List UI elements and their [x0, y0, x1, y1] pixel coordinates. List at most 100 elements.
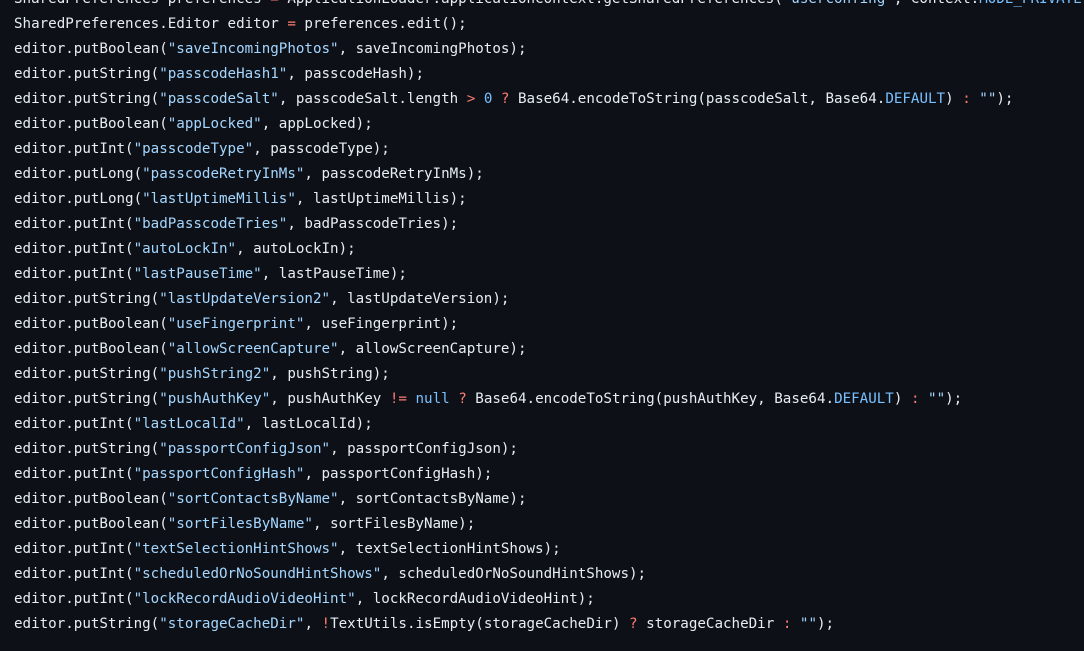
code-token-plain: editor.putLong(	[14, 166, 143, 182]
code-line: editor.putString("pushAuthKey", pushAuth…	[14, 387, 1084, 412]
code-token-string: ""	[979, 91, 997, 107]
code-token-plain: editor.putInt(	[14, 241, 134, 257]
code-token-string: "passportConfigHash"	[133, 466, 305, 482]
code-token-plain: , scheduledOrNoSoundHintShows);	[381, 566, 647, 582]
code-token-plain: Base64.encodeToString(passcodeSalt, Base…	[509, 91, 886, 107]
code-token-plain: , passcodeHash);	[287, 66, 425, 82]
code-token-plain: , passportConfigHash);	[304, 466, 493, 482]
code-line: editor.putString("storageCacheDir", !Tex…	[14, 612, 1084, 637]
code-token-plain: , Context.	[894, 0, 979, 7]
code-line: editor.putInt("badPasscodeTries", badPas…	[14, 212, 1084, 237]
code-token-plain: SharedPreferences.Editor editor	[14, 16, 288, 32]
code-line: editor.putString("passcodeSalt", passcod…	[14, 87, 1084, 112]
code-token-plain: editor.putString(	[14, 616, 160, 632]
code-token-plain: , autoLockIn);	[236, 241, 356, 257]
code-token-plain: , lockRecordAudioVideoHint);	[355, 591, 595, 607]
code-line: editor.putInt("lastLocalId", lastLocalId…	[14, 412, 1084, 437]
code-token-plain: );	[817, 616, 835, 632]
code-token-op: =	[287, 16, 296, 32]
code-line: editor.putInt("autoLockIn", autoLockIn);	[14, 237, 1084, 262]
code-token-plain: , allowScreenCapture);	[338, 341, 527, 357]
code-token-plain: editor.putInt(	[14, 466, 134, 482]
code-token-plain: , textSelectionHintShows);	[338, 541, 561, 557]
code-token-string: "storageCacheDir"	[159, 616, 305, 632]
code-line: SharedPreferences preferences = Applicat…	[14, 0, 1084, 12]
code-line: editor.putInt("passcodeType", passcodeTy…	[14, 137, 1084, 162]
code-lines: SharedPreferences preferences = Applicat…	[14, 0, 1084, 637]
code-line: editor.putString("passportConfigJson", p…	[14, 437, 1084, 462]
code-token-string: "passcodeRetryInMs"	[142, 166, 305, 182]
code-token-string: "lockRecordAudioVideoHint"	[133, 591, 356, 607]
code-token-string: "pushAuthKey"	[159, 391, 271, 407]
code-token-plain: , passcodeType);	[253, 141, 390, 157]
code-token-op: =	[270, 0, 279, 7]
code-token-plain: , sortContactsByName);	[338, 491, 527, 507]
code-token-string: "passcodeType"	[133, 141, 254, 157]
code-line: editor.putBoolean("sortContactsByName", …	[14, 487, 1084, 512]
code-line: SharedPreferences.Editor editor = prefer…	[14, 12, 1084, 37]
code-token-plain: ApplicationLoader.applicationContext.get…	[279, 0, 782, 7]
code-token-string: "badPasscodeTries"	[133, 216, 288, 232]
code-token-plain: , lastUptimeMillis);	[295, 191, 467, 207]
code-token-plain: editor.putString(	[14, 441, 160, 457]
code-token-plain: );	[945, 391, 963, 407]
code-line: editor.putString("passcodeHash1", passco…	[14, 62, 1084, 87]
code-token-plain: editor.putLong(	[14, 191, 143, 207]
code-token-string: "userconfing"	[783, 0, 894, 7]
code-token-plain: editor.putString(	[14, 391, 160, 407]
code-token-string: "passcodeSalt"	[159, 91, 279, 107]
code-token-plain: editor.putString(	[14, 366, 160, 382]
code-line: editor.putLong("lastUptimeMillis", lastU…	[14, 187, 1084, 212]
code-token-string: "scheduledOrNoSoundHintShows"	[133, 566, 382, 582]
code-token-plain: editor.putInt(	[14, 266, 134, 282]
code-token-plain: TextUtils.isEmpty(storageCacheDir)	[330, 616, 630, 632]
code-token-plain: , pushString);	[270, 366, 390, 382]
code-token-plain: , sortFilesByName);	[312, 516, 476, 532]
code-token-string: "passportConfigJson"	[159, 441, 331, 457]
code-line: editor.putBoolean("appLocked", appLocked…	[14, 112, 1084, 137]
code-token-string: "passcodeHash1"	[159, 66, 288, 82]
code-token-plain: , saveIncomingPhotos);	[338, 41, 527, 57]
code-token-plain: editor.putBoolean(	[14, 316, 168, 332]
code-token-plain: editor.putBoolean(	[14, 341, 168, 357]
code-token-plain: editor.putBoolean(	[14, 41, 168, 57]
code-token-op: ?	[458, 391, 467, 407]
code-token-string: "allowScreenCapture"	[167, 341, 339, 357]
code-token-plain: editor.putBoolean(	[14, 516, 168, 532]
code-token-const: null	[415, 391, 450, 407]
code-line: editor.putBoolean("useFingerprint", useF…	[14, 312, 1084, 337]
code-token-const: DEFAULT	[885, 91, 946, 107]
code-token-plain: ,	[304, 616, 322, 632]
code-token-string: "sortFilesByName"	[167, 516, 313, 532]
code-token-plain: editor.putString(	[14, 66, 160, 82]
code-token-string: ""	[799, 616, 817, 632]
code-token-op: :	[910, 391, 920, 407]
code-line: editor.putInt("passportConfigHash", pass…	[14, 462, 1084, 487]
code-line: editor.putBoolean("allowScreenCapture", …	[14, 337, 1084, 362]
code-viewer: SharedPreferences preferences = Applicat…	[0, 0, 1084, 651]
code-token-plain: , lastUpdateVersion);	[330, 291, 510, 307]
code-token-plain: editor.putInt(	[14, 216, 134, 232]
code-token-plain: , pushAuthKey	[270, 391, 390, 407]
code-line: editor.putInt("lastPauseTime", lastPause…	[14, 262, 1084, 287]
code-token-plain: )	[893, 391, 911, 407]
code-token-plain: editor.putInt(	[14, 141, 134, 157]
code-token-plain: , passcodeSalt.length	[278, 91, 467, 107]
code-token-op: >	[466, 91, 476, 107]
code-token-plain: editor.putInt(	[14, 566, 134, 582]
code-token-plain: , passportConfigJson);	[330, 441, 518, 457]
code-token-plain: editor.putBoolean(	[14, 116, 168, 132]
code-token-plain: editor.putString(	[14, 91, 160, 107]
code-token-plain: )	[945, 91, 963, 107]
code-line: editor.putBoolean("saveIncomingPhotos", …	[14, 37, 1084, 62]
code-token-plain: , appLocked);	[261, 116, 373, 132]
code-token-plain: , badPasscodeTries);	[287, 216, 459, 232]
code-token-plain: storageCacheDir	[637, 616, 783, 632]
code-token-string: ""	[928, 391, 946, 407]
code-line: editor.putString("pushString2", pushStri…	[14, 362, 1084, 387]
